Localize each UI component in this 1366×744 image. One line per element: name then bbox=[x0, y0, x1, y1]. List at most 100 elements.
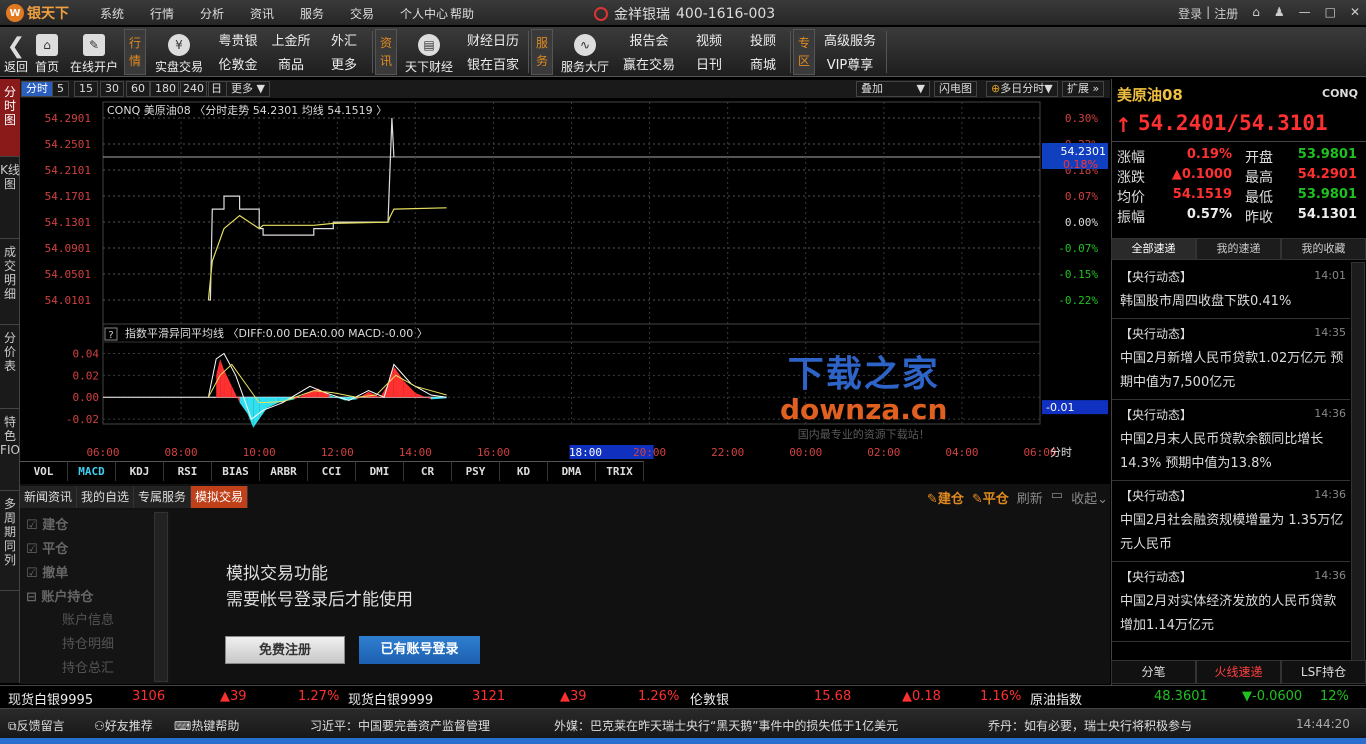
close-button[interactable]: ✕ bbox=[1350, 5, 1360, 22]
feedback-link[interactable]: ⧉反馈留言 bbox=[8, 717, 65, 734]
menu-item-service[interactable]: 服务 bbox=[300, 5, 350, 22]
toolbar-link-daily[interactable]: 日刊 bbox=[681, 52, 737, 75]
news-scroll-item[interactable]: 外媒：巴克莱在昨天瑞士央行“黑天鹅”事件中的损失低于1亿美元 bbox=[554, 717, 898, 734]
toolbar-link-advanced[interactable]: 高级服务 bbox=[818, 28, 882, 51]
maximize-button[interactable]: □ bbox=[1325, 5, 1336, 22]
real-trade-button[interactable]: ¥ 实盘交易 bbox=[152, 29, 206, 75]
period-day[interactable]: 日 bbox=[206, 81, 227, 97]
period-intraday[interactable]: 分时 bbox=[21, 81, 53, 97]
toolbar-link-mall[interactable]: 商城 bbox=[735, 52, 791, 75]
indicator-tab-arbr[interactable]: ARBR bbox=[260, 461, 308, 481]
news-scroll-item[interactable]: 习近平：中国要完善资产监督管理 bbox=[310, 717, 490, 734]
period-180[interactable]: 180 bbox=[150, 81, 181, 97]
back-button[interactable]: ❮ 返回 bbox=[3, 29, 29, 75]
toolbar-link-yuegui[interactable]: 粤贵银 bbox=[210, 28, 266, 51]
bottom-tab-watchlist[interactable]: 我的自选 bbox=[77, 486, 135, 508]
home-button[interactable]: ⌂ 首页 bbox=[33, 29, 61, 75]
left-tab-price-table[interactable]: 分价表 bbox=[0, 325, 20, 409]
home-icon[interactable]: ⌂ bbox=[1252, 5, 1260, 22]
shirt-icon[interactable]: ♟ bbox=[1274, 5, 1285, 22]
indicator-tab-bias[interactable]: BIAS bbox=[212, 461, 260, 481]
left-tab-intraday[interactable]: 分时图 bbox=[0, 79, 20, 157]
menu-item-help[interactable]: 帮助 bbox=[450, 5, 500, 22]
menu-item-system[interactable]: 系统 bbox=[100, 5, 150, 22]
period-30[interactable]: 30 bbox=[100, 81, 124, 97]
menu-item-trade[interactable]: 交易 bbox=[350, 5, 400, 22]
toolbar-link-more[interactable]: 更多 bbox=[316, 52, 372, 75]
left-tab-kline[interactable]: K线图 bbox=[0, 157, 20, 239]
indicator-tab-vol[interactable]: VOL bbox=[20, 461, 68, 481]
login-link[interactable]: 登录 bbox=[1178, 5, 1202, 22]
tab-hot-news[interactable]: 火线速递 bbox=[1196, 660, 1281, 684]
build-position-button[interactable]: ✎建仓 bbox=[927, 488, 964, 507]
indicator-tab-cr[interactable]: CR bbox=[404, 461, 452, 481]
toolbar-link-report[interactable]: 报告会 bbox=[621, 28, 677, 51]
indicator-tab-cci[interactable]: CCI bbox=[308, 461, 356, 481]
news-tab-favorites[interactable]: 我的收藏 bbox=[1281, 238, 1366, 260]
left-tab-deals[interactable]: 成交明细 bbox=[0, 239, 20, 325]
bottom-tab-news[interactable]: 新闻资讯 bbox=[20, 486, 78, 508]
toolbar-link-vip[interactable]: VIP尊享 bbox=[818, 52, 882, 75]
recommend-link[interactable]: ⚇好友推荐 bbox=[94, 717, 153, 734]
indicator-tab-rsi[interactable]: RSI bbox=[164, 461, 212, 481]
period-5[interactable]: 5 bbox=[52, 81, 69, 97]
tianxia-finance-button[interactable]: ▤ 天下财经 bbox=[402, 29, 456, 75]
expand-button[interactable]: 扩展 » bbox=[1062, 81, 1105, 97]
menu-item-quote[interactable]: 行情 bbox=[150, 5, 200, 22]
news-item[interactable]: 【央行动态】 14:36 中国2月社会融资规模增量为 1.35万亿元人民币 bbox=[1112, 481, 1350, 562]
bottom-tab-sim-trade[interactable]: 模拟交易 bbox=[191, 486, 249, 508]
indicator-tab-macd[interactable]: MACD bbox=[68, 461, 116, 481]
toolbar-link-calendar[interactable]: 财经日历 bbox=[465, 28, 521, 51]
sidebar-item-cancel[interactable]: ☑ 撤单 bbox=[26, 562, 68, 581]
menu-item-analysis[interactable]: 分析 bbox=[200, 5, 250, 22]
open-account-button[interactable]: ✎ 在线开户 bbox=[68, 29, 120, 75]
sidebar-sub-position-detail[interactable]: 持仓明细 bbox=[62, 633, 114, 652]
news-tab-mine[interactable]: 我的速递 bbox=[1196, 238, 1281, 260]
news-item[interactable]: 【央行动态】 14:35 中国2月新增人民币贷款1.02万亿元 预期中值为7,500… bbox=[1112, 319, 1350, 400]
trade-sidebar-scrollbar[interactable] bbox=[154, 512, 168, 682]
toolbar-link-baijia[interactable]: 银在百家 bbox=[465, 52, 521, 75]
account-login-button[interactable]: 已有账号登录 bbox=[359, 636, 480, 664]
flash-chart-button[interactable]: 闪电图 bbox=[934, 81, 977, 97]
toolbar-link-sge[interactable]: 上金所 bbox=[263, 28, 319, 51]
indicator-tab-dma[interactable]: DMA bbox=[548, 461, 596, 481]
register-link[interactable]: 注册 bbox=[1214, 5, 1238, 22]
period-15[interactable]: 15 bbox=[74, 81, 98, 97]
news-tab-all[interactable]: 全部速递 bbox=[1111, 238, 1196, 260]
news-item[interactable]: 【央行动态】 14:01 韩国股市周四收盘下跌0.41% bbox=[1112, 262, 1350, 319]
toolbar-link-forex[interactable]: 外汇 bbox=[316, 28, 372, 51]
service-hall-button[interactable]: ∿ 服务大厅 bbox=[558, 29, 612, 75]
free-register-button[interactable]: 免费注册 bbox=[225, 636, 345, 664]
sidebar-sub-position-summary[interactable]: 持仓总汇 bbox=[62, 657, 114, 676]
toolbar-link-win-trade[interactable]: 赢在交易 bbox=[621, 52, 677, 75]
collapse-button[interactable]: 收起⌄ bbox=[1071, 488, 1108, 507]
sidebar-item-account[interactable]: ⊟ 账户持仓 bbox=[26, 586, 93, 605]
period-60[interactable]: 60 bbox=[126, 81, 150, 97]
sidebar-item-build[interactable]: ☑ 建仓 bbox=[26, 514, 68, 533]
news-scrollbar[interactable] bbox=[1351, 262, 1365, 662]
hotkey-help-link[interactable]: ⌨热键帮助 bbox=[174, 717, 239, 734]
multi-day-button[interactable]: ⊕多日分时▼ bbox=[986, 81, 1058, 97]
toolbar-link-advisor[interactable]: 投顾 bbox=[735, 28, 791, 51]
monitor-icon[interactable]: ▭ bbox=[1051, 488, 1063, 507]
news-item[interactable]: 【央行动态】 14:36 中国2月对实体经济发放的人民币贷款增加1.14万亿元 bbox=[1112, 562, 1350, 642]
period-more[interactable]: 更多 ▼ bbox=[226, 81, 270, 97]
toolbar-link-commodity[interactable]: 商品 bbox=[263, 52, 319, 75]
minimize-button[interactable]: — bbox=[1299, 5, 1311, 22]
sidebar-sub-account-info[interactable]: 账户信息 bbox=[62, 609, 114, 628]
left-tab-fio[interactable]: 特色FIO bbox=[0, 409, 20, 491]
sidebar-item-close[interactable]: ☑ 平仓 bbox=[26, 538, 68, 557]
news-item[interactable]: 【央行动态】 14:36 中国2月末人民币贷款余额同比增长14.3% 预期中值为13… bbox=[1112, 400, 1350, 481]
bottom-tab-exclusive[interactable]: 专属服务 bbox=[134, 486, 192, 508]
left-tab-multi-period[interactable]: 多周期同列 bbox=[0, 491, 20, 591]
toolbar-link-london-gold[interactable]: 伦敦金 bbox=[210, 52, 266, 75]
refresh-button[interactable]: 刷新 bbox=[1017, 488, 1043, 507]
indicator-tab-trix[interactable]: TRIX bbox=[596, 461, 644, 481]
close-position-button[interactable]: ✎平仓 bbox=[972, 488, 1009, 507]
tab-ticks[interactable]: 分笔 bbox=[1111, 660, 1196, 684]
menu-item-info[interactable]: 资讯 bbox=[250, 5, 300, 22]
news-scroll-item[interactable]: 乔丹：如有必要，瑞士央行将积极参与 bbox=[988, 717, 1228, 734]
indicator-tab-dmi[interactable]: DMI bbox=[356, 461, 404, 481]
menu-item-personal[interactable]: 个人中心 bbox=[400, 5, 450, 22]
indicator-tab-kd[interactable]: KD bbox=[500, 461, 548, 481]
